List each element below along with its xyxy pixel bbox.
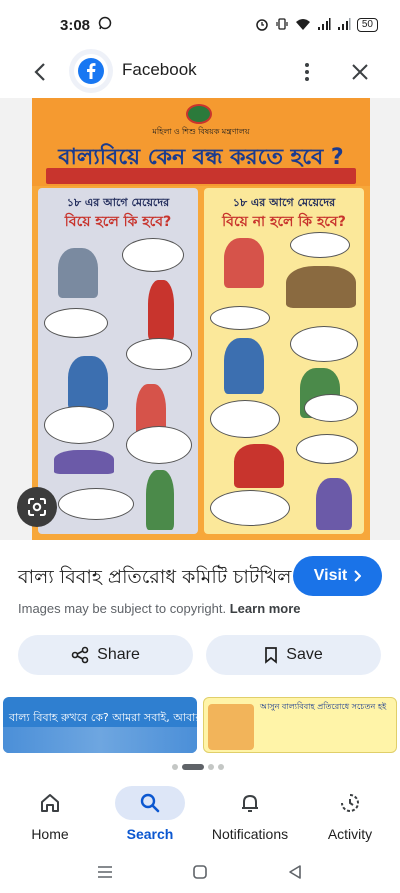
nav-notifications[interactable]: Notifications — [200, 786, 300, 846]
activity-icon — [341, 794, 359, 812]
government-emblem-icon — [186, 104, 212, 124]
illustration-figure — [316, 478, 352, 530]
carousel-indicator — [172, 764, 224, 770]
chevron-right-icon — [354, 570, 362, 582]
carousel-dot-active — [182, 764, 204, 770]
system-navigation — [0, 852, 400, 893]
lens-icon — [28, 498, 46, 516]
poster-right-panel: ১৮ এর আগে মেয়েদের বিয়ে না হলে কি হবে? — [204, 188, 364, 534]
speech-bubble — [122, 238, 184, 272]
bottom-navigation: Home Search Notifications Activity — [0, 780, 400, 850]
illustration-figure — [148, 280, 174, 340]
recent-apps-button[interactable] — [93, 860, 117, 884]
menu-icon — [98, 866, 112, 878]
related-image-illustration — [208, 704, 254, 750]
nav-search[interactable]: Search — [100, 786, 200, 846]
bell-icon — [242, 795, 258, 812]
whatsapp-icon — [98, 16, 112, 34]
carousel-dot — [218, 764, 224, 770]
more-vert-icon — [305, 63, 309, 81]
top-bar: Facebook — [0, 50, 400, 94]
poster-subtitle-bar — [46, 168, 356, 184]
google-lens-button[interactable] — [17, 487, 57, 527]
poster-image: মহিলা ও শিশু বিষয়ক মন্ত্রণালয় বাল্যবিয… — [32, 98, 370, 540]
vibrate-icon — [275, 17, 289, 34]
related-image-illustration — [3, 727, 197, 753]
illustration-figure — [234, 444, 284, 488]
nav-notifications-label: Notifications — [211, 826, 289, 842]
back-button[interactable] — [26, 58, 54, 86]
alarm-icon — [255, 17, 269, 34]
nav-activity[interactable]: Activity — [300, 786, 400, 846]
share-icon — [71, 646, 89, 664]
speech-bubble — [126, 426, 192, 464]
visit-label: Visit — [313, 567, 348, 584]
related-image-text: বাল্য বিবাহ রুখবে কে? আমরা সবাই, আবার কে… — [9, 711, 197, 724]
speech-bubble — [126, 338, 192, 370]
back-system-button[interactable] — [283, 860, 307, 884]
site-title: Facebook — [122, 60, 197, 79]
illustration-figure — [224, 338, 264, 394]
close-button[interactable] — [346, 58, 374, 86]
facebook-logo-icon — [74, 54, 108, 88]
speech-bubble — [304, 394, 358, 422]
triangle-back-icon — [289, 865, 301, 879]
visit-button[interactable]: Visit — [293, 556, 382, 596]
illustration-figure — [286, 266, 356, 308]
illustration-figure — [68, 356, 108, 410]
poster-ministry: মহিলা ও শিশু বিষয়ক মন্ত্রণালয় — [152, 127, 250, 136]
illustration-figure — [54, 450, 114, 474]
close-icon — [352, 64, 368, 80]
status-bar: 3:08 50 — [0, 0, 400, 50]
nav-home[interactable]: Home — [0, 786, 100, 846]
speech-bubble — [210, 306, 270, 330]
save-button[interactable]: Save — [206, 635, 381, 675]
speech-bubble — [210, 400, 280, 438]
nav-search-label: Search — [126, 826, 174, 842]
square-icon — [193, 865, 207, 879]
carousel-dot — [208, 764, 214, 770]
copyright-notice: Images may be subject to copyright. Lear… — [18, 601, 301, 616]
share-label: Share — [97, 646, 140, 663]
status-time: 3:08 — [60, 16, 91, 34]
more-options-button[interactable] — [296, 58, 318, 86]
share-button[interactable]: Share — [18, 635, 193, 675]
speech-bubble — [296, 434, 358, 464]
image-preview[interactable]: মহিলা ও শিশু বিষয়ক মন্ত্রণালয় বাল্যবিয… — [0, 98, 400, 540]
illustration-figure — [58, 248, 98, 298]
left-panel-subheading: বিয়ে হলে কি হবে? — [64, 214, 172, 230]
poster-left-panel: ১৮ এর আগে মেয়েদের বিয়ে হলে কি হবে? — [38, 188, 198, 534]
bookmark-icon — [265, 647, 278, 664]
speech-bubble — [290, 232, 350, 258]
copyright-text: Images may be subject to copyright. — [18, 601, 227, 616]
speech-bubble — [290, 326, 358, 362]
signal-icon-2 — [337, 17, 351, 34]
right-panel-subheading: বিয়ে না হলে কি হবে? — [222, 214, 346, 230]
speech-bubble — [44, 308, 108, 338]
nav-activity-label: Activity — [327, 826, 373, 842]
signal-icon — [317, 17, 331, 34]
save-label: Save — [286, 646, 323, 663]
carousel-dot — [172, 764, 178, 770]
illustration-figure — [146, 470, 174, 530]
home-icon — [41, 794, 59, 812]
speech-bubble — [58, 488, 134, 520]
illustration-figure — [224, 238, 264, 288]
related-image-text: আসুন বাল্যবিবাহ প্রতিরোধে সচেতন হই — [260, 702, 387, 711]
back-arrow-icon — [34, 63, 45, 81]
result-title[interactable]: বাল্য বিবাহ প্রতিরোধ কমিটি চাটখিল — [18, 563, 291, 595]
home-system-button[interactable] — [188, 860, 212, 884]
battery-indicator: 50 — [356, 18, 378, 32]
speech-bubble — [44, 406, 114, 444]
related-image-2[interactable]: আসুন বাল্যবিবাহ প্রতিরোধে সচেতন হই — [203, 697, 397, 753]
speech-bubble — [210, 490, 290, 526]
related-image-1[interactable]: বাল্য বিবাহ রুখবে কে? আমরা সবাই, আবার কে… — [3, 697, 197, 753]
learn-more-link[interactable]: Learn more — [230, 601, 301, 616]
wifi-icon — [295, 17, 311, 34]
search-icon — [140, 793, 160, 813]
nav-home-label: Home — [31, 826, 69, 842]
